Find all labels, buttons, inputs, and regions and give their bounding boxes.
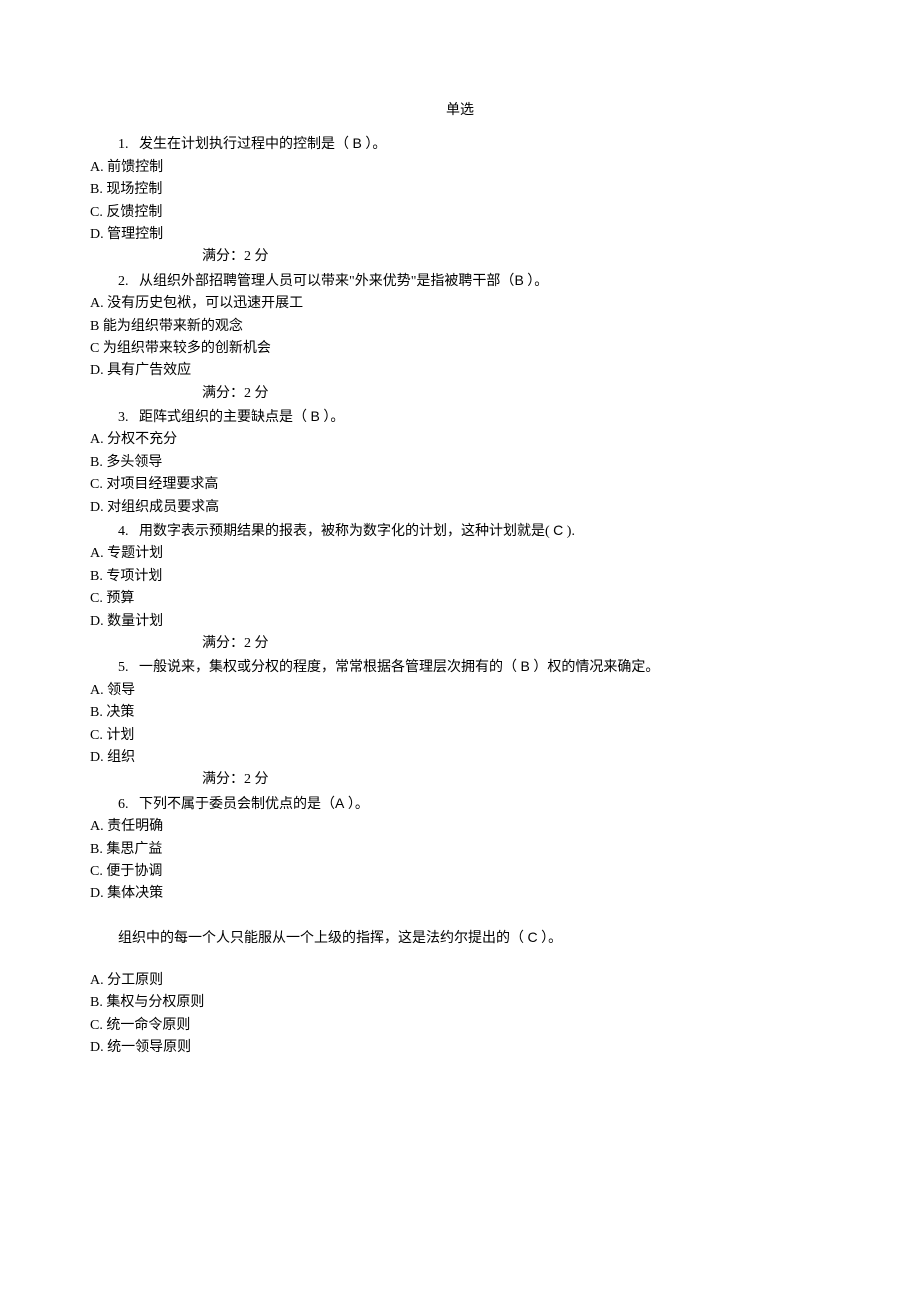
- option-c: C. 统一命令原则: [90, 1015, 830, 1037]
- score-line: 满分：2 分: [202, 769, 830, 791]
- option-b: B. 专项计划: [90, 566, 830, 588]
- option-a: A. 前馈控制: [90, 157, 830, 179]
- option-b: B. 多头领导: [90, 452, 830, 474]
- option-b: B. 现场控制: [90, 179, 830, 201]
- option-a: A. 分工原则: [90, 970, 830, 992]
- question-stem: 4. 用数字表示预期结果的报表，被称为数字化的计划，这种计划就是( C ).: [90, 519, 830, 543]
- question-stem: 2. 从组织外部招聘管理人员可以带来"外来优势"是指被聘干部（B ）。: [90, 269, 830, 293]
- option-d: D. 数量计划: [90, 611, 830, 633]
- option-d: D. 集体决策: [90, 883, 830, 905]
- question-stem: 5. 一般说来，集权或分权的程度，常常根据各管理层次拥有的（ B ）权的情况来确…: [90, 655, 830, 679]
- option-d: D. 管理控制: [90, 224, 830, 246]
- question-stem: 6. 下列不属于委员会制优点的是（A ）。: [90, 792, 830, 816]
- option-c: C. 便于协调: [90, 861, 830, 883]
- answer: C: [553, 522, 563, 538]
- option-a: A. 责任明确: [90, 816, 830, 838]
- question-3: 3. 距阵式组织的主要缺点是（ B ）。 A. 分权不充分 B. 多头领导 C.…: [90, 405, 830, 519]
- option-d: D. 组织: [90, 747, 830, 769]
- score-line: 满分：2 分: [202, 246, 830, 268]
- option-b: B. 集权与分权原则: [90, 992, 830, 1014]
- question-5: 5. 一般说来，集权或分权的程度，常常根据各管理层次拥有的（ B ）权的情况来确…: [90, 655, 830, 791]
- question-7: 组织中的每一个人只能服从一个上级的指挥，这是法约尔提出的（ C ）。 A. 分工…: [90, 926, 830, 1060]
- option-b: B. 集思广益: [90, 839, 830, 861]
- question-4: 4. 用数字表示预期结果的报表，被称为数字化的计划，这种计划就是( C ). A…: [90, 519, 830, 655]
- question-2: 2. 从组织外部招聘管理人员可以带来"外来优势"是指被聘干部（B ）。 A. 没…: [90, 269, 830, 405]
- answer: B: [521, 658, 530, 674]
- option-a: A. 领导: [90, 680, 830, 702]
- option-d: D. 统一领导原则: [90, 1037, 830, 1059]
- answer: B: [353, 135, 362, 151]
- option-c: C. 计划: [90, 725, 830, 747]
- option-c: C. 对项目经理要求高: [90, 474, 830, 496]
- option-c: C 为组织带来较多的创新机会: [90, 338, 830, 360]
- question-1: 1. 发生在计划执行过程中的控制是（ B ）。 A. 前馈控制 B. 现场控制 …: [90, 132, 830, 268]
- option-b: B. 决策: [90, 702, 830, 724]
- answer: A: [335, 795, 344, 811]
- score-line: 满分：2 分: [202, 633, 830, 655]
- option-c: C. 反馈控制: [90, 202, 830, 224]
- score-line: 满分：2 分: [202, 383, 830, 405]
- question-6: 6. 下列不属于委员会制优点的是（A ）。 A. 责任明确 B. 集思广益 C.…: [90, 792, 830, 906]
- option-a: A. 没有历史包袱，可以迅速开展工: [90, 293, 830, 315]
- question-stem: 组织中的每一个人只能服从一个上级的指挥，这是法约尔提出的（ C ）。: [90, 926, 830, 950]
- option-a: A. 专题计划: [90, 543, 830, 565]
- page-title: 单选: [90, 100, 830, 122]
- answer: B: [311, 408, 320, 424]
- option-d: D. 具有广告效应: [90, 360, 830, 382]
- option-d: D. 对组织成员要求高: [90, 497, 830, 519]
- question-stem: 3. 距阵式组织的主要缺点是（ B ）。: [90, 405, 830, 429]
- answer: B: [514, 272, 523, 288]
- answer: C: [528, 929, 538, 945]
- option-c: C. 预算: [90, 588, 830, 610]
- option-b: B 能为组织带来新的观念: [90, 316, 830, 338]
- option-a: A. 分权不充分: [90, 429, 830, 451]
- question-stem: 1. 发生在计划执行过程中的控制是（ B ）。: [90, 132, 830, 156]
